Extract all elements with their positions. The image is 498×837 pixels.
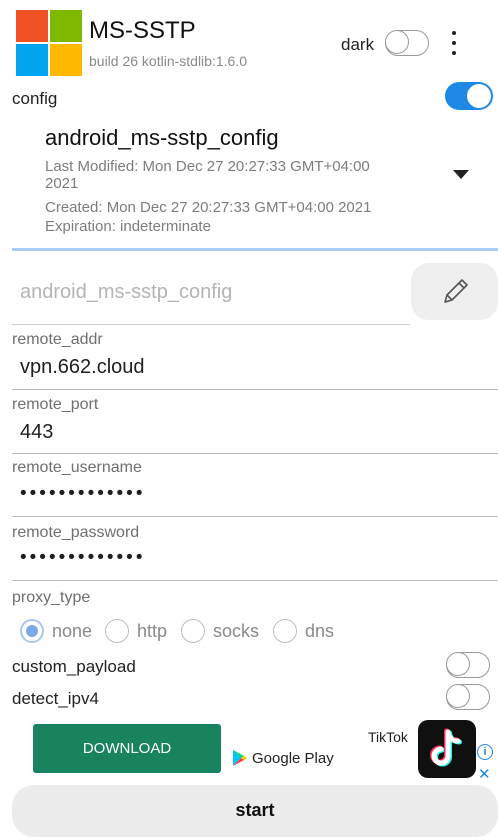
remote-port-input[interactable]: 443 — [20, 421, 53, 444]
expiration: Expiration: indeterminate — [45, 218, 211, 235]
remote-password-label: remote_password — [12, 524, 140, 541]
remote-password-underline — [12, 580, 498, 581]
remote-addr-label: remote_addr — [12, 331, 103, 348]
radio-checked-icon — [20, 619, 44, 643]
info-icon[interactable]: i — [477, 744, 493, 760]
custom-payload-toggle[interactable] — [446, 652, 490, 678]
app-title: MS-SSTP — [89, 17, 196, 44]
profile-name: android_ms-sstp_config — [45, 125, 279, 150]
proxy-radio-socks[interactable]: socks — [181, 619, 259, 643]
app-logo — [16, 10, 82, 76]
tiktok-app-icon[interactable] — [418, 720, 476, 778]
proxy-option-label: http — [137, 620, 168, 641]
remote-username-label: remote_username — [12, 459, 142, 476]
remote-password-input[interactable]: ••••••••••••• — [20, 547, 145, 569]
dark-toggle-label: dark — [341, 35, 375, 54]
build-info: build 26 kotlin-stdlib:1.6.0 — [89, 53, 247, 69]
radio-unchecked-icon — [273, 619, 297, 643]
google-play-icon — [233, 750, 247, 766]
google-play-badge[interactable]: Google Play — [232, 749, 334, 767]
detect-ipv4-label: detect_ipv4 — [12, 689, 99, 708]
ad-download-button[interactable]: DOWNLOAD — [33, 724, 221, 773]
pencil-icon — [443, 278, 468, 303]
remote-port-underline — [12, 453, 498, 454]
start-button[interactable]: start — [12, 785, 498, 837]
created-date: Created: Mon Dec 27 20:27:33 GMT+04:00 2… — [45, 199, 372, 216]
google-play-label: Google Play — [252, 749, 334, 767]
proxy-option-label: none — [52, 620, 93, 641]
proxy-type-label: proxy_type — [12, 589, 91, 606]
proxy-radio-http[interactable]: http — [105, 619, 167, 643]
remote-username-underline — [12, 516, 498, 517]
remote-username-input[interactable]: ••••••••••••• — [20, 483, 145, 505]
radio-unchecked-icon — [181, 619, 205, 643]
dark-toggle[interactable] — [385, 30, 429, 56]
remote-addr-input[interactable]: vpn.662.cloud — [20, 356, 145, 379]
close-icon[interactable]: ✕ — [478, 765, 491, 783]
spinner-divider — [12, 248, 498, 251]
last-modified-year: 2021 — [45, 175, 79, 192]
more-options-icon[interactable] — [446, 28, 462, 58]
profile-name-input[interactable]: android_ms-sstp_config — [20, 281, 232, 304]
proxy-option-label: socks — [213, 620, 260, 641]
config-toggle[interactable] — [445, 82, 493, 110]
dropdown-arrow-icon[interactable] — [453, 170, 469, 179]
config-label: config — [12, 89, 58, 108]
remote-port-label: remote_port — [12, 396, 99, 413]
detect-ipv4-toggle[interactable] — [446, 684, 490, 710]
proxy-radio-dns[interactable]: dns — [273, 619, 334, 643]
edit-button[interactable] — [411, 263, 498, 320]
radio-unchecked-icon — [105, 619, 129, 643]
proxy-option-label: dns — [305, 620, 335, 641]
proxy-radio-none[interactable]: none — [20, 619, 92, 643]
last-modified: Last Modified: Mon Dec 27 20:27:33 GMT+0… — [45, 158, 370, 175]
profile-name-underline — [12, 324, 410, 325]
custom-payload-label: custom_payload — [12, 657, 136, 676]
ad-brand-name: TikTok — [368, 729, 408, 745]
remote-addr-underline — [12, 389, 498, 390]
